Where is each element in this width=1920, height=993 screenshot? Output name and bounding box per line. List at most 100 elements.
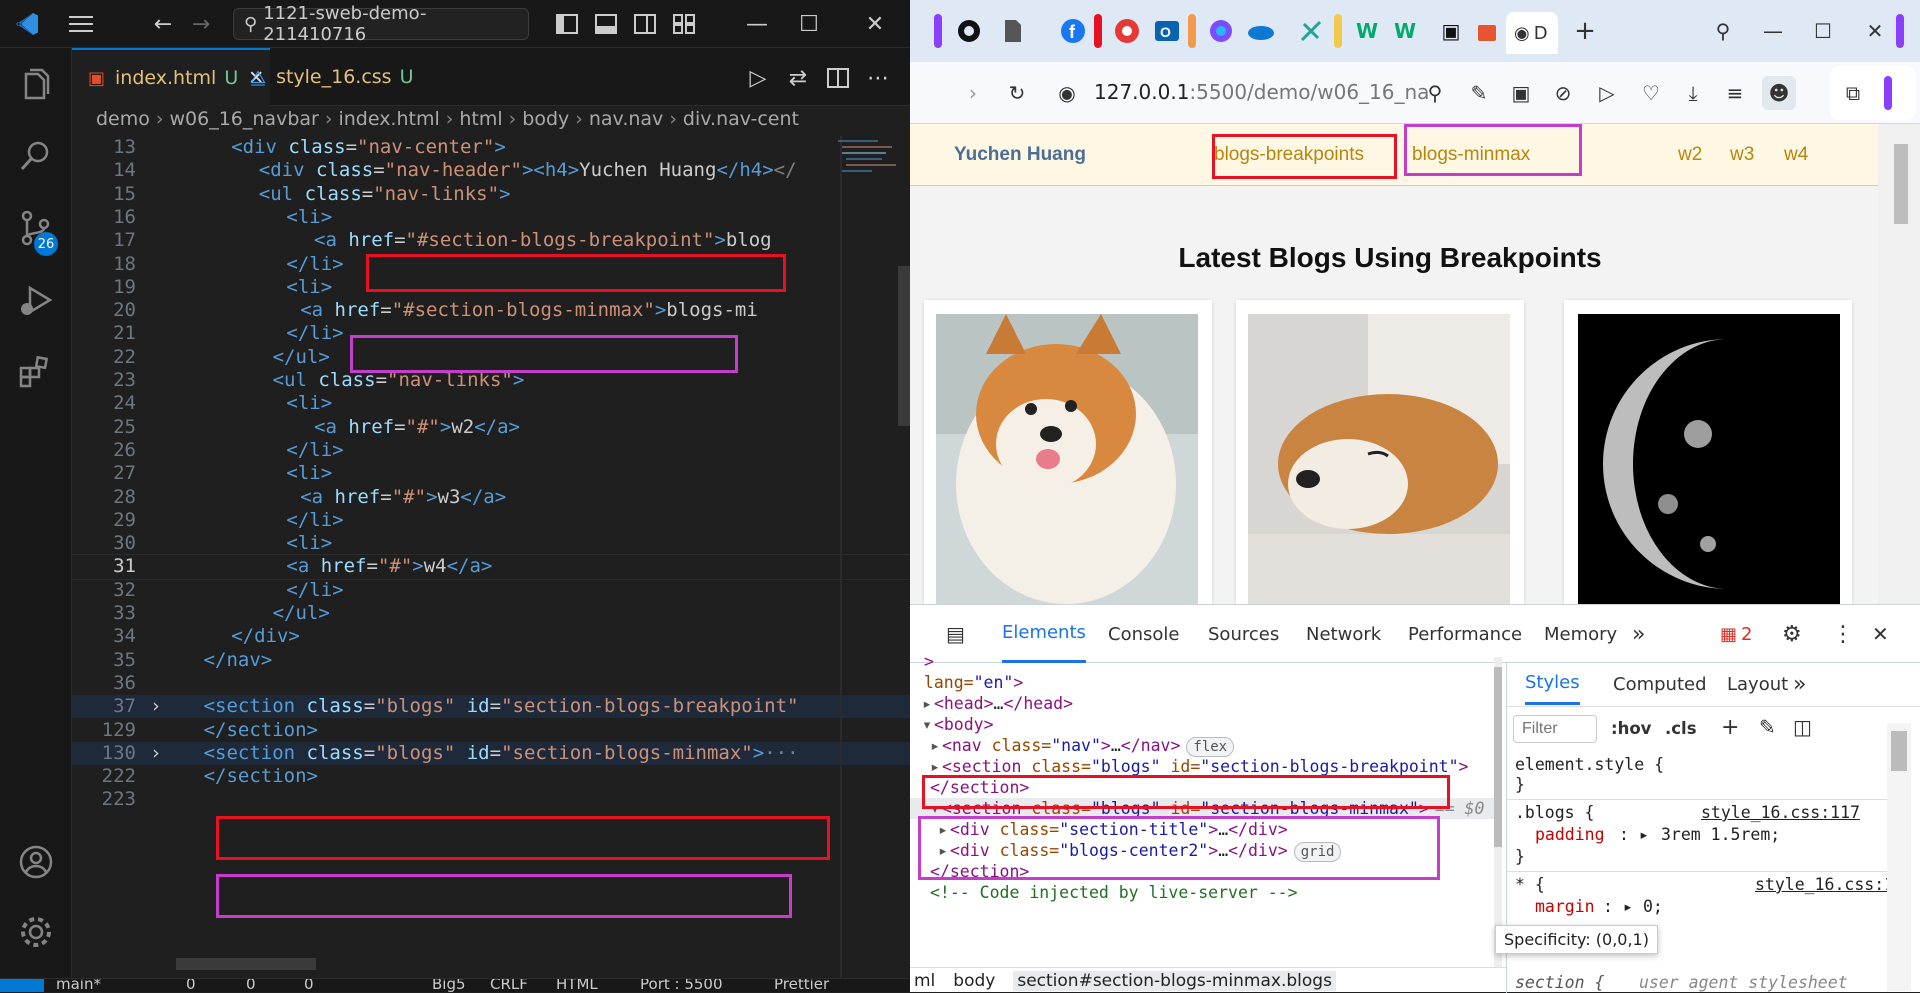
dom-crumb-selected[interactable]: section#section-blogs-minmax.blogs [1013, 970, 1336, 991]
code-line[interactable]: 16 <li> [72, 206, 910, 229]
onedrive-icon[interactable] [1244, 14, 1278, 48]
download-icon[interactable]: ⤓ [1676, 76, 1710, 110]
branch-label[interactable]: main* [56, 979, 101, 992]
language-label[interactable]: HTML [556, 979, 598, 992]
camera-icon[interactable]: ▣ [1504, 76, 1538, 110]
remote-indicator[interactable] [0, 979, 44, 992]
code-line[interactable]: 31 <a href="#">w4</a> [72, 554, 910, 580]
dom-crumb[interactable]: body [953, 971, 995, 991]
play-icon[interactable]: ▷ [1590, 76, 1624, 110]
close-window-icon[interactable]: ✕ [860, 10, 890, 38]
extensions-cube-icon[interactable]: ⧉ [1836, 76, 1870, 110]
dom-scrollbar[interactable] [1494, 657, 1502, 967]
code-line[interactable]: 32 </li> [72, 579, 910, 602]
dom-node[interactable]: ▸ <section class="blogs" id="section-blog… [930, 756, 1468, 777]
dom-crumb[interactable]: ml [914, 971, 935, 991]
styles-scrollbar[interactable] [1887, 723, 1911, 991]
rule-value[interactable]: 0; [1643, 897, 1663, 916]
expand-arrow-icon[interactable]: ▸ [922, 694, 932, 713]
code-line[interactable]: 33 </ul> [72, 602, 910, 625]
minimize-icon[interactable]: — [742, 10, 772, 38]
search-view-icon[interactable] [18, 138, 54, 174]
hov-toggle[interactable]: :hov [1611, 719, 1651, 738]
rule-property[interactable]: padding [1535, 825, 1605, 844]
issues-badge[interactable]: ▦ 2 [1720, 605, 1752, 663]
blog-card[interactable] [1564, 300, 1852, 604]
code-line[interactable]: 223 [72, 788, 910, 811]
run-debug-icon[interactable] [18, 282, 54, 318]
menu-icon[interactable] [66, 10, 96, 38]
app-red-icon[interactable] [1110, 14, 1144, 48]
tab-search-icon[interactable]: ⚲ [1706, 14, 1740, 48]
code-line[interactable]: 36 [72, 672, 910, 695]
new-rule-plus-icon[interactable]: + [1721, 715, 1739, 740]
toggle-primary-sidebar-icon[interactable] [553, 10, 581, 38]
breadcrumb-item[interactable]: nav.nav [589, 108, 663, 130]
code-line[interactable]: 30 <li> [72, 532, 910, 555]
blog-card[interactable] [1236, 300, 1524, 604]
rule-source-link[interactable]: style_16.css:117 [1701, 803, 1860, 822]
code-line[interactable]: 37 › <section class="blogs" id="section-bl… [72, 695, 910, 719]
reload-icon[interactable]: ↻ [1000, 76, 1034, 110]
code-line[interactable]: 35 </nav> [72, 649, 910, 672]
dom-tree[interactable]: > lang="en"> ▸ <head>…</head> ▾ <body> ▸ <nav … [910, 651, 1494, 967]
devtools-close-icon[interactable]: ✕ [1872, 605, 1889, 663]
back-arrow-icon[interactable]: ← [148, 10, 178, 38]
dom-node[interactable]: > [914, 651, 934, 672]
code-line[interactable]: 129 </section> [72, 719, 910, 742]
w3schools-icon[interactable]: W [1388, 14, 1422, 48]
app-teal-icon[interactable] [1294, 14, 1328, 48]
more-tabs-chevron-icon[interactable]: » [1632, 605, 1645, 663]
tab-computed[interactable]: Computed [1613, 663, 1707, 705]
breadcrumb-item[interactable]: html [459, 108, 502, 130]
code-line[interactable]: 20 <a href="#section-blogs-minmax">blogs-… [72, 299, 910, 322]
rule-value-arrow-icon[interactable]: : ▸ [1603, 897, 1633, 916]
toggle-secondary-sidebar-icon[interactable] [631, 10, 659, 38]
rule-property[interactable]: margin [1535, 897, 1595, 916]
rule-value[interactable]: 3rem 1.5rem; [1661, 825, 1780, 844]
dom-node[interactable]: ▾ <body> [922, 714, 994, 735]
live-server-port[interactable]: Port : 5500 [640, 979, 723, 992]
block-icon[interactable]: ⊘ [1546, 76, 1580, 110]
new-tab-icon[interactable]: + [1568, 14, 1602, 48]
minimize-icon[interactable]: — [1756, 14, 1790, 48]
dom-node[interactable]: ▸ <nav class="nav">…</nav> flex [930, 735, 1235, 757]
code-line[interactable]: 29 </li> [72, 509, 910, 532]
accounts-icon[interactable] [18, 844, 54, 880]
address-bar[interactable]: 127.0.0.1:5500/demo/w06_16_na [1094, 80, 1429, 104]
encoding-label[interactable]: Big5 [432, 979, 466, 992]
nav-link-w3[interactable]: w3 [1730, 144, 1754, 166]
run-icon[interactable]: ▷ [744, 64, 772, 92]
favorites-heart-icon[interactable]: ♡ [1634, 76, 1668, 110]
code-line[interactable]: 222 </section> [72, 765, 910, 788]
ports-count[interactable]: 0 [304, 979, 314, 992]
rule-source-link[interactable]: style_16.css:1 [1755, 875, 1894, 894]
copilot-icon[interactable] [1204, 14, 1238, 48]
tab-style-css[interactable]: ⧋ style_16.css U [234, 48, 424, 106]
collections-icon[interactable]: ≡ [1718, 76, 1752, 110]
dom-node[interactable]: lang="en"> [914, 672, 1023, 693]
customize-layout-icon[interactable] [670, 10, 698, 38]
edit-icon[interactable]: ✎ [1462, 76, 1496, 110]
fold-chevron-icon[interactable]: › [150, 742, 161, 765]
tab-memory[interactable]: Memory [1544, 605, 1617, 663]
tab-styles[interactable]: Styles [1525, 663, 1580, 705]
expand-arrow-icon[interactable]: ▾ [922, 715, 932, 734]
compare-changes-icon[interactable]: ⇄ [784, 64, 812, 92]
styles-filter-input[interactable] [1513, 715, 1597, 743]
toggle-sidebar-icon[interactable]: ◫ [1793, 715, 1812, 739]
editor-hscrollbar-thumb[interactable] [176, 958, 316, 970]
code-line[interactable]: 13 <div class="nav-center"> [72, 136, 910, 159]
page-scrollbar[interactable] [1878, 124, 1920, 604]
minimap[interactable] [832, 136, 910, 216]
code-line[interactable]: 34 </div> [72, 625, 910, 648]
find-icon[interactable]: ⚲ [1418, 76, 1452, 110]
code-line[interactable]: 28 <a href="#">w3</a> [72, 486, 910, 509]
nav-link-w4[interactable]: w4 [1784, 144, 1808, 166]
breadcrumb-item[interactable]: body [522, 108, 569, 130]
github-icon[interactable] [952, 14, 986, 48]
forward-arrow-icon[interactable]: → [186, 10, 216, 38]
errors-count[interactable]: 0 [186, 979, 196, 992]
profile-icon[interactable]: ☻ [1762, 76, 1796, 110]
code-line[interactable]: 27 <li> [72, 462, 910, 485]
